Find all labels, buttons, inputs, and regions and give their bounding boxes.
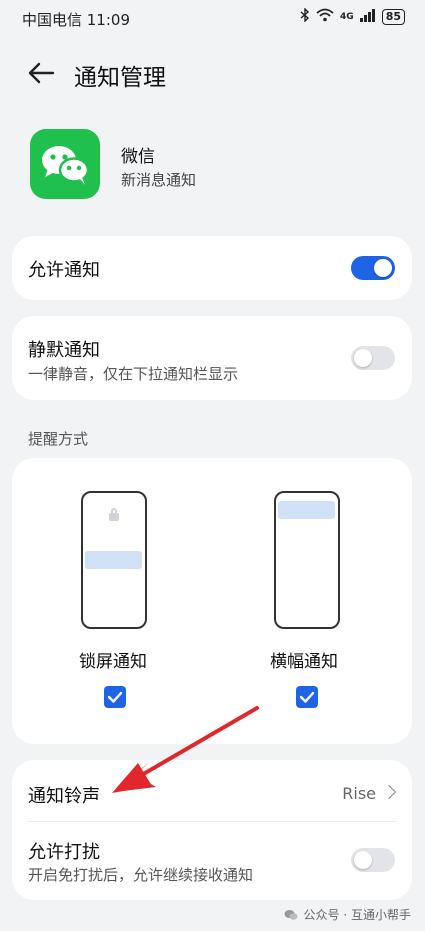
app-name: 微信 bbox=[121, 147, 155, 167]
checkmark-icon bbox=[299, 691, 315, 703]
checkmark-icon bbox=[107, 691, 123, 703]
silent-notifications-toggle[interactable] bbox=[351, 346, 395, 370]
signal-icon bbox=[359, 8, 376, 25]
allow-disturb-toggle[interactable] bbox=[351, 848, 395, 872]
lockscreen-checkbox[interactable] bbox=[104, 686, 126, 708]
silent-notifications-label: 静默通知 bbox=[28, 340, 100, 361]
silent-notifications-description: 一律静音，仅在下拉通知栏显示 bbox=[28, 365, 239, 383]
reminder-modes-card: 锁屏通知 横幅通知 bbox=[12, 458, 412, 744]
banner-mode-label: 横幅通知 bbox=[270, 652, 338, 672]
reminder-section-label: 提醒方式 bbox=[28, 430, 89, 448]
lockscreen-preview[interactable] bbox=[81, 491, 147, 629]
page-title: 通知管理 bbox=[74, 65, 166, 91]
banner-top-preview bbox=[278, 501, 335, 519]
back-button[interactable] bbox=[26, 58, 56, 88]
ringtone-value: Rise bbox=[342, 784, 376, 803]
lockscreen-banner-preview bbox=[85, 551, 142, 569]
wechat-official-icon bbox=[284, 909, 298, 920]
battery-indicator: 85 bbox=[381, 8, 405, 25]
allow-notifications-toggle[interactable] bbox=[351, 256, 395, 280]
ringtone-label: 通知铃声 bbox=[28, 786, 100, 807]
banner-preview[interactable] bbox=[274, 491, 340, 629]
chevron-right-icon bbox=[381, 784, 397, 800]
watermark-text: 公众号 · 互通小帮手 bbox=[303, 908, 411, 922]
bluetooth-icon bbox=[300, 7, 310, 25]
lockscreen-mode-label: 锁屏通知 bbox=[79, 652, 147, 672]
status-carrier-time: 中国电信 11:09 bbox=[22, 11, 130, 29]
status-icons: 4G 85 bbox=[300, 7, 405, 25]
arrow-left-icon bbox=[28, 62, 55, 84]
wifi-icon bbox=[316, 8, 334, 25]
allow-disturb-label: 允许打扰 bbox=[28, 842, 100, 863]
banner-checkbox[interactable] bbox=[296, 686, 318, 708]
app-subtitle: 新消息通知 bbox=[121, 171, 197, 189]
allow-disturb-description: 开启免打扰后，允许继续接收通知 bbox=[28, 866, 254, 884]
divider bbox=[28, 821, 396, 822]
ringtone-row[interactable]: 通知铃声 Rise bbox=[12, 760, 412, 822]
sound-settings-card: 通知铃声 Rise 允许打扰 开启免打扰后，允许继续接收通知 bbox=[12, 760, 412, 900]
network-type-label: 4G bbox=[340, 11, 354, 22]
lock-icon bbox=[109, 508, 119, 521]
watermark: 公众号 · 互通小帮手 bbox=[284, 906, 411, 923]
silent-notifications-card: 静默通知 一律静音，仅在下拉通知栏显示 bbox=[12, 316, 412, 400]
wechat-app-icon bbox=[30, 129, 100, 199]
allow-notifications-card: 允许通知 bbox=[12, 236, 412, 300]
ringtone-value-group: Rise bbox=[342, 784, 397, 803]
allow-notifications-label: 允许通知 bbox=[28, 260, 100, 281]
